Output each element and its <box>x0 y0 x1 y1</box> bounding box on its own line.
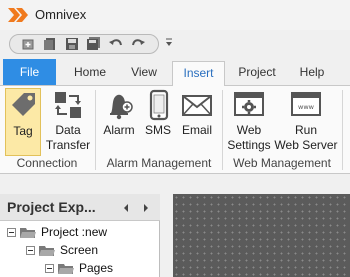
alarm-label: Alarm <box>103 123 135 137</box>
save-all-icon[interactable] <box>86 37 102 51</box>
envelope-icon <box>182 95 212 116</box>
phone-icon <box>149 89 169 121</box>
title-bar: Omnivex <box>0 0 350 30</box>
run-web-server-label-line2: Web Server <box>274 138 338 152</box>
customize-icon[interactable] <box>165 38 173 48</box>
folder-open-icon <box>39 246 55 256</box>
project-explorer-panel: Project Exp... Project :new Screen Pages <box>0 194 160 277</box>
chevron-right-icon[interactable] <box>142 203 150 213</box>
quick-access-toolbar <box>0 30 350 57</box>
web-settings-icon <box>234 92 264 116</box>
project-explorer-header: Project Exp... <box>0 194 160 221</box>
sms-button[interactable]: SMS <box>142 88 174 156</box>
collapse-icon[interactable] <box>7 228 16 237</box>
save-icon[interactable] <box>64 37 80 51</box>
web-settings-label-line2: Settings <box>227 138 271 152</box>
ribbon-panel: Tag Data Transfer Connection Alarm SMS E… <box>0 86 350 174</box>
tab-home[interactable]: Home <box>64 61 116 86</box>
web-settings-label-line1: Web <box>236 123 262 137</box>
alarm-button[interactable]: Alarm <box>100 88 138 156</box>
data-transfer-button[interactable]: Data Transfer <box>45 88 91 156</box>
new-icon[interactable] <box>20 37 36 51</box>
collapse-icon[interactable] <box>26 246 35 255</box>
redo-icon[interactable] <box>130 37 146 51</box>
tab-project[interactable]: Project <box>230 61 284 86</box>
tree-item-label: Project :new <box>41 225 108 239</box>
project-explorer-title: Project Exp... <box>7 199 96 215</box>
tab-help[interactable]: Help <box>289 61 335 86</box>
ribbon-tabs: File Home View Insert Project Help <box>0 59 350 88</box>
group-separator <box>342 90 343 170</box>
email-button[interactable]: Email <box>178 88 216 156</box>
svg-text:www: www <box>298 103 315 111</box>
tag-icon <box>12 93 35 116</box>
tree-item-label: Pages <box>79 261 114 275</box>
tab-insert[interactable]: Insert <box>172 61 225 88</box>
tag-label: Tag <box>13 124 33 138</box>
run-web-server-label-line1: Run <box>294 123 317 137</box>
collapse-icon[interactable] <box>45 264 54 273</box>
run-web-server-button[interactable]: www Run Web Server <box>274 88 338 156</box>
folder-open-icon <box>58 264 74 274</box>
group-label-web-management: Web Management <box>233 156 331 170</box>
tab-view[interactable]: View <box>120 61 168 86</box>
open-icon[interactable] <box>42 37 58 51</box>
group-label-connection: Connection <box>16 156 78 170</box>
email-label: Email <box>181 123 212 137</box>
undo-icon[interactable] <box>108 37 124 51</box>
web-settings-button[interactable]: Web Settings <box>226 88 272 156</box>
tab-file[interactable]: File <box>3 59 56 85</box>
data-transfer-icon <box>55 92 81 118</box>
group-label-alarm-management: Alarm Management <box>106 156 212 170</box>
tree-item-label: Screen <box>60 243 99 257</box>
data-transfer-label-line1: Data <box>55 123 81 137</box>
chevron-left-icon[interactable] <box>122 203 130 213</box>
web-server-icon: www <box>291 92 321 116</box>
design-canvas[interactable] <box>173 194 350 277</box>
sms-label: SMS <box>144 123 171 137</box>
data-transfer-label-line2: Transfer <box>45 138 91 152</box>
folder-open-icon <box>20 228 36 238</box>
tag-button[interactable]: Tag <box>5 88 41 156</box>
app-title: Omnivex <box>35 7 87 22</box>
app-logo-icon <box>8 8 28 22</box>
alarm-bell-icon <box>110 94 133 120</box>
